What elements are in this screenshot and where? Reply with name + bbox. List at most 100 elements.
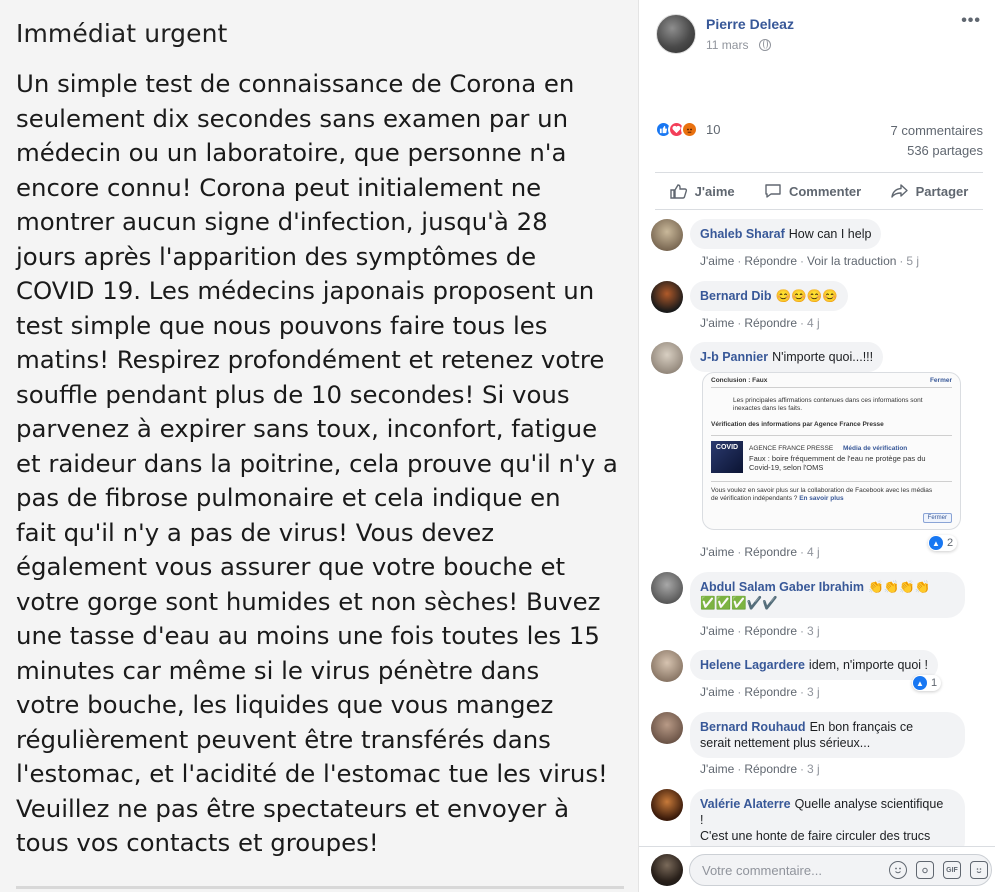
shares-count[interactable]: 536 partages bbox=[891, 141, 983, 161]
commenter-avatar[interactable] bbox=[651, 650, 683, 682]
fact-check-thumbnail: COVID bbox=[711, 441, 743, 473]
comment-item: Valérie Alaterre Quelle analyse scientifi… bbox=[651, 789, 991, 846]
commenter-name[interactable]: Bernard Rouhaud bbox=[700, 720, 806, 734]
fact-check-close-button[interactable]: Fermer bbox=[922, 513, 952, 523]
commenter-avatar[interactable] bbox=[651, 342, 683, 374]
comment-text-line2: serait nettement plus sérieux... bbox=[700, 736, 871, 750]
comment-reply-link[interactable]: Répondre bbox=[744, 316, 797, 330]
fact-check-close-link[interactable]: Fermer bbox=[930, 377, 952, 385]
like-reaction-icon: ▲ bbox=[929, 536, 943, 550]
photo-line: encore connu! Corona peut initialement n… bbox=[16, 172, 542, 202]
comment-button[interactable]: Commenter bbox=[764, 183, 861, 199]
thumbs-up-icon bbox=[669, 184, 687, 199]
comment-text-line2: ✅✅✅✔️✔️ bbox=[700, 596, 778, 610]
sticker-icon[interactable] bbox=[970, 861, 988, 879]
like-button[interactable]: J'aime bbox=[669, 183, 735, 199]
comment-like-badge[interactable]: ▲ 2 bbox=[928, 535, 958, 551]
share-arrow-icon bbox=[890, 184, 908, 198]
emoji-icon[interactable] bbox=[889, 861, 907, 879]
comment-like-link[interactable]: J'aime bbox=[700, 254, 734, 268]
comment-text-line2: ! bbox=[700, 813, 704, 827]
comment-like-badge[interactable]: ▲ 1 bbox=[912, 675, 942, 691]
photo-line: souffle pendant plus de 10 secondes! Si … bbox=[16, 379, 570, 409]
comment-text: 👏👏👏👏 bbox=[867, 580, 931, 594]
photo-line: COVID 19. Les médecins japonais proposen… bbox=[16, 276, 595, 305]
comment-like-link[interactable]: J'aime bbox=[700, 316, 734, 330]
author-name[interactable]: Pierre Deleaz bbox=[706, 16, 794, 32]
photo-line: tous vos contacts et groupes! bbox=[16, 828, 379, 857]
fact-check-learn-more-link[interactable]: En savoir plus bbox=[799, 495, 843, 502]
photo-line: pas de fibrose pulmonaire et cela indiqu… bbox=[16, 483, 561, 512]
comment-text: En bon français ce bbox=[809, 720, 914, 734]
photo-title: Immédiat urgent bbox=[16, 19, 228, 48]
commenter-name[interactable]: Valérie Alaterre bbox=[700, 797, 791, 811]
gif-icon[interactable]: GIF bbox=[943, 861, 961, 879]
author-avatar[interactable] bbox=[656, 14, 696, 54]
post-date[interactable]: 11 mars bbox=[706, 38, 748, 52]
fact-check-media-label: Média de vérification bbox=[842, 445, 908, 452]
globe-icon bbox=[759, 39, 771, 51]
comment-like-link[interactable]: J'aime bbox=[700, 624, 734, 638]
commenter-name[interactable]: Helene Lagardere bbox=[700, 658, 805, 672]
comment-meta: J'aime · Répondre · 3 j bbox=[700, 685, 820, 699]
comment-meta: J'aime · Répondre · Voir la traduction · 5 j bbox=[700, 254, 920, 268]
comment-time[interactable]: 4 j bbox=[807, 545, 820, 559]
more-options-icon[interactable]: ••• bbox=[961, 12, 981, 30]
comment-bubble-icon bbox=[765, 184, 781, 198]
post-side-panel: Pierre Deleaz 11 mars ••• 10 7 commentai… bbox=[638, 0, 995, 892]
photo-line: parvenez à expirer sans toux, inconfort,… bbox=[16, 414, 598, 443]
commenter-name[interactable]: J-b Pannier bbox=[700, 350, 768, 364]
post-actions-bar: J'aime Commenter Partager bbox=[655, 172, 983, 210]
comment-time[interactable]: 3 j bbox=[807, 624, 820, 638]
reaction-count: 10 bbox=[706, 121, 721, 137]
commenter-name[interactable]: Ghaleb Sharaf bbox=[700, 227, 785, 241]
share-button-label: Partager bbox=[915, 183, 969, 199]
fact-check-claim[interactable]: Faux : boire fréquemment de l'eau ne pro… bbox=[749, 454, 932, 472]
comment-time[interactable]: 5 j bbox=[906, 254, 919, 268]
comment-reply-link[interactable]: Répondre bbox=[744, 685, 797, 699]
commenter-name[interactable]: Bernard Dib bbox=[700, 289, 772, 303]
comment-like-link[interactable]: J'aime bbox=[700, 545, 734, 559]
comment-meta: J'aime · Répondre · 4 j bbox=[700, 316, 820, 330]
commenter-avatar[interactable] bbox=[651, 219, 683, 251]
comment-text: 😊😊😊😊 bbox=[775, 289, 838, 303]
comment-bubble: Ghaleb Sharaf How can I help bbox=[690, 219, 882, 249]
camera-icon[interactable] bbox=[916, 861, 934, 879]
comment-bubble: Bernard Dib 😊😊😊😊 bbox=[690, 281, 848, 311]
photo-line: seulement dix secondes sans examen par u… bbox=[16, 103, 569, 133]
comment-reply-link[interactable]: Répondre bbox=[744, 762, 797, 776]
comments-count[interactable]: 7 commentaires bbox=[891, 121, 983, 141]
commenter-avatar[interactable] bbox=[651, 572, 683, 604]
comment-bubble: Abdul Salam Gaber Ibrahim 👏👏👏👏 ✅✅✅✔️✔️ bbox=[690, 572, 965, 618]
comment-like-link[interactable]: J'aime bbox=[700, 762, 734, 776]
commenter-avatar[interactable] bbox=[651, 789, 683, 821]
photo-line: votre bouche, les liquides que vous mang… bbox=[16, 690, 554, 719]
reactions-summary[interactable]: 10 bbox=[655, 119, 720, 139]
photo-line: une tasse d'eau au moins une fois toutes… bbox=[16, 621, 600, 650]
photo-line: l'estomac, et l'acidité de l'estomac tue… bbox=[16, 759, 608, 788]
comment-reply-link[interactable]: Répondre bbox=[744, 254, 797, 268]
comment-time[interactable]: 3 j bbox=[807, 685, 820, 699]
commenter-avatar[interactable] bbox=[651, 712, 683, 744]
comment-time[interactable]: 4 j bbox=[807, 316, 820, 330]
fact-check-card[interactable]: Conclusion : Faux Fermer Les principales… bbox=[702, 372, 961, 530]
photo-line: Un simple test de connaissance de Corona… bbox=[16, 69, 575, 98]
like-reaction-icon: ▲ bbox=[913, 676, 927, 690]
comment-like-link[interactable]: J'aime bbox=[700, 685, 734, 699]
photo-line: médecin ou un laboratoire, que personne … bbox=[16, 138, 567, 167]
commenter-name[interactable]: Abdul Salam Gaber Ibrahim bbox=[700, 580, 864, 594]
comment-time[interactable]: 3 j bbox=[807, 762, 820, 776]
comment-reply-link[interactable]: Répondre bbox=[744, 624, 797, 638]
comment-text: N'importe quoi...!!! bbox=[772, 350, 874, 364]
comment-reply-link[interactable]: Répondre bbox=[744, 545, 797, 559]
commenter-avatar[interactable] bbox=[651, 281, 683, 313]
share-button[interactable]: Partager bbox=[890, 183, 969, 199]
composer-icons: GIF bbox=[889, 861, 988, 879]
comment-translate-link[interactable]: Voir la traduction bbox=[807, 254, 896, 268]
fact-check-more-info: Vous voulez en savoir plus sur la collab… bbox=[711, 487, 940, 503]
current-user-avatar[interactable] bbox=[651, 854, 683, 886]
comment-like-count: 1 bbox=[931, 677, 938, 689]
photo-line: votre gorge sont humides et non sèches! … bbox=[16, 586, 601, 616]
post-photo[interactable]: Immédiat urgent Un simple test de connai… bbox=[0, 0, 638, 892]
photo-line: et raideur dans la poitrine, cela prouve… bbox=[16, 448, 618, 478]
